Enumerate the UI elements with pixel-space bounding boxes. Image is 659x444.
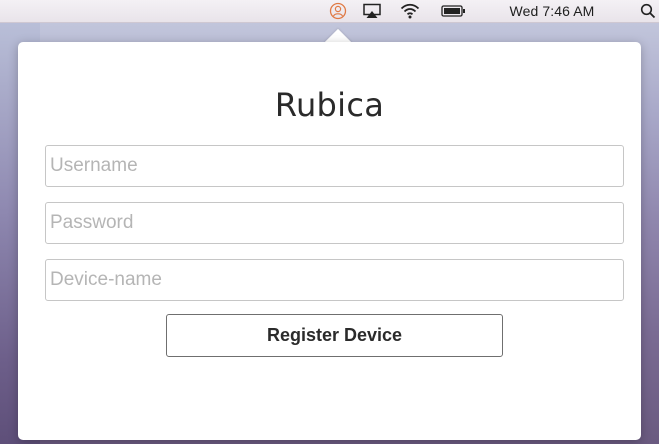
register-device-button[interactable]: Register Device — [166, 314, 503, 357]
wifi-icon[interactable] — [398, 2, 422, 20]
airplay-icon[interactable] — [360, 2, 384, 20]
rubica-popover: Rubica Register Device — [18, 42, 641, 440]
device-name-field[interactable] — [45, 259, 624, 301]
rubica-status-icon[interactable] — [327, 2, 349, 20]
menubar-clock[interactable]: Wed 7:46 AM — [488, 2, 616, 20]
spotlight-search-icon[interactable] — [638, 2, 658, 20]
battery-icon[interactable] — [440, 2, 468, 20]
username-field[interactable] — [45, 145, 624, 187]
menu-bar: Wed 7:46 AM — [0, 0, 659, 23]
password-field[interactable] — [45, 202, 624, 244]
app-title: Rubica — [274, 86, 385, 124]
